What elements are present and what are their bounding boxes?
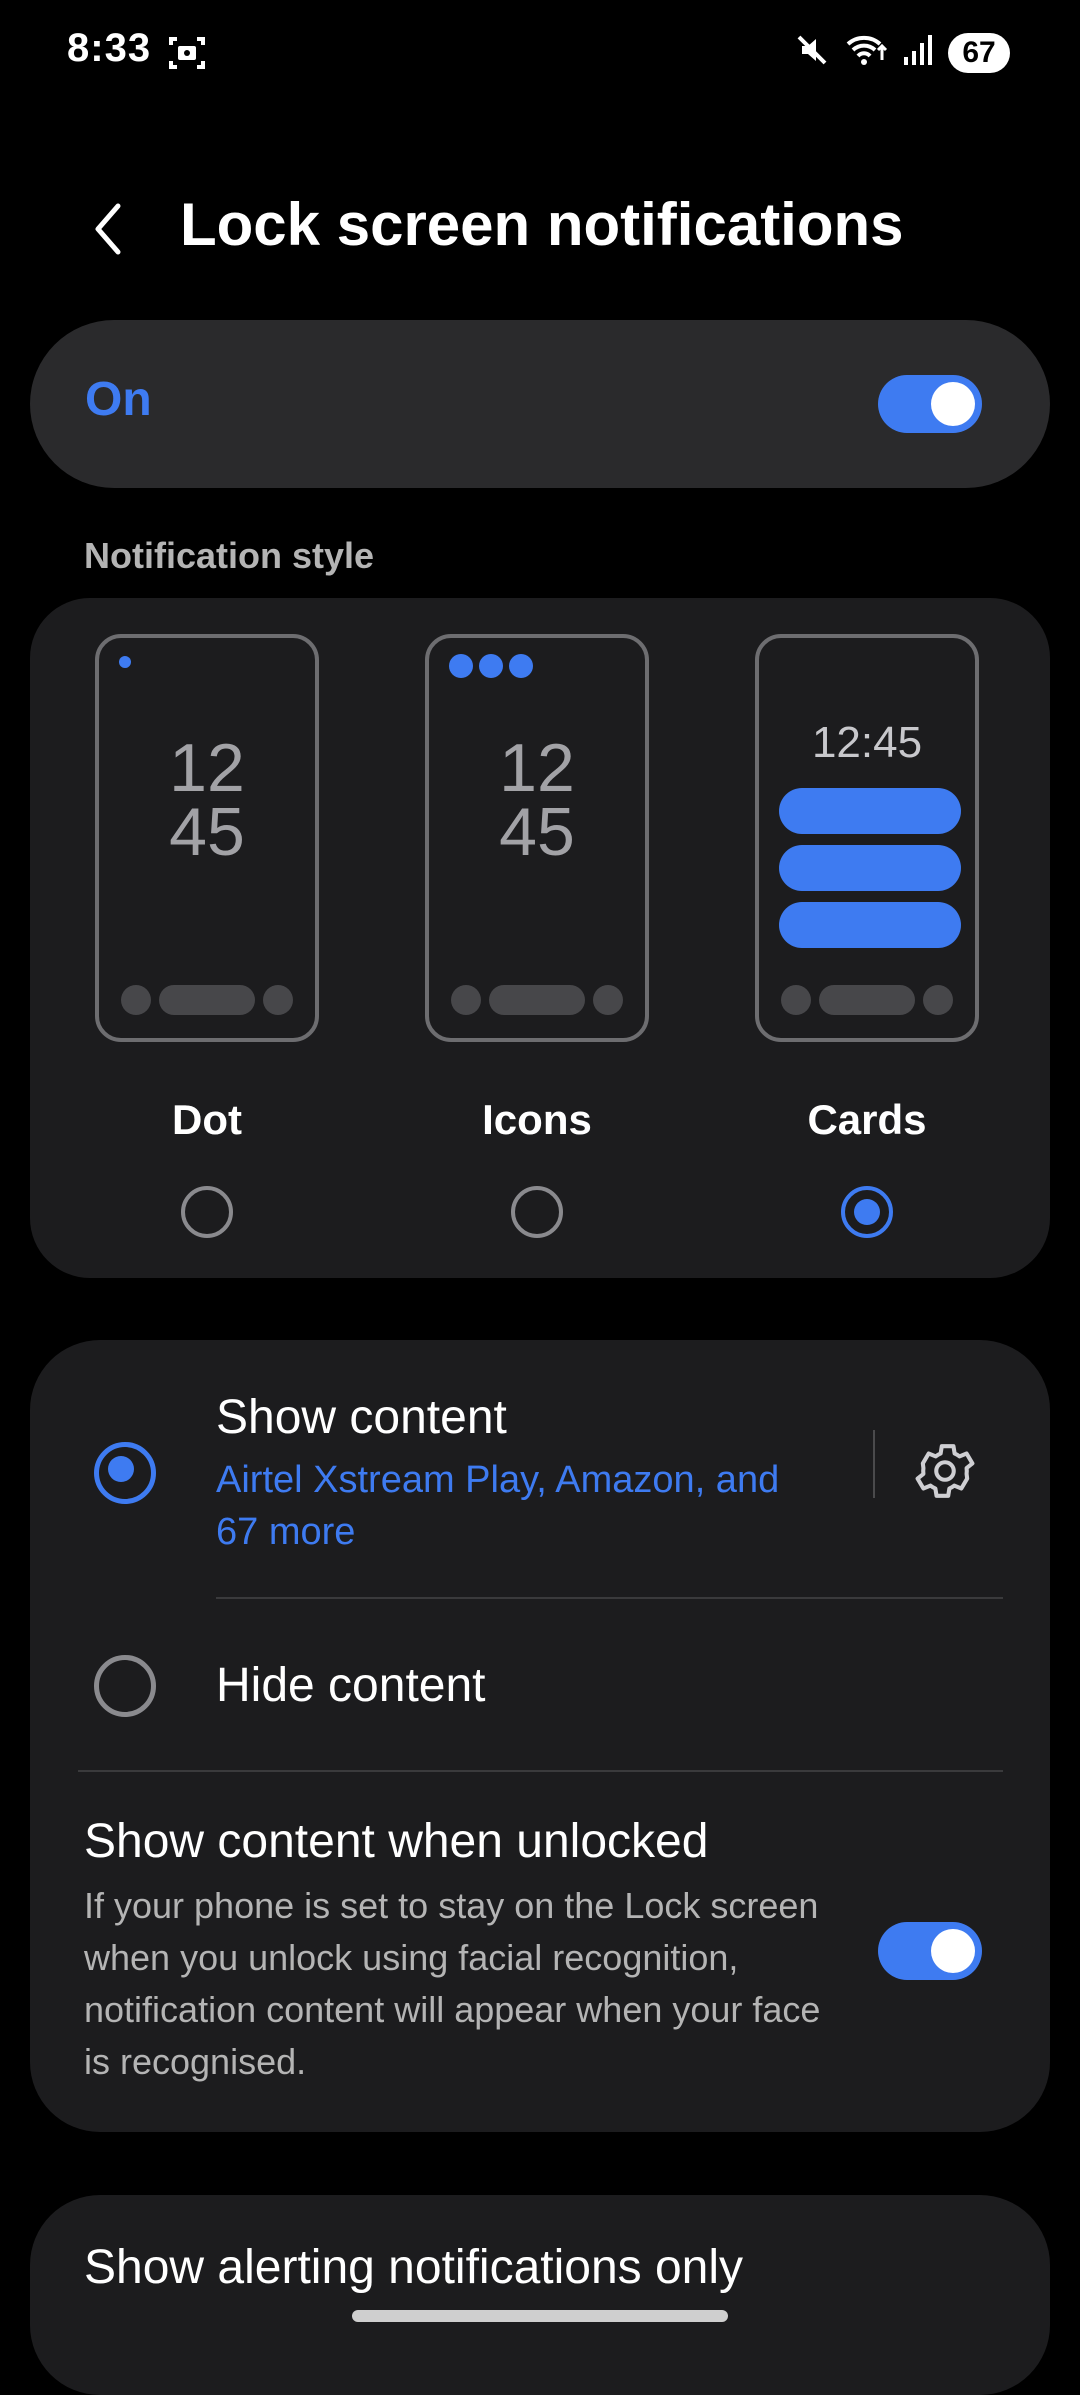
master-toggle-label: On	[85, 373, 152, 426]
notification-icon-dot	[449, 654, 473, 678]
style-label-dot: Dot	[172, 1096, 242, 1143]
icons-preview: 12 45	[425, 634, 649, 1042]
notification-dot	[119, 656, 131, 668]
back-button[interactable]	[80, 194, 140, 264]
hide-content-row[interactable]: Hide content	[30, 1600, 1050, 1770]
radio-dot[interactable]	[181, 1186, 233, 1238]
style-option-dot[interactable]: 12 45 Dot	[95, 598, 325, 1278]
screenshot-icon	[167, 33, 207, 73]
divider	[216, 1597, 1003, 1599]
master-toggle-switch[interactable]	[878, 375, 982, 433]
vertical-divider	[873, 1430, 875, 1498]
chevron-left-icon	[95, 203, 121, 255]
preview-clock: 12:45	[811, 718, 923, 767]
show-content-subtitle: Airtel Xstream Play, Amazon, and 67 more	[216, 1459, 780, 1553]
cards-preview: 12:45	[755, 634, 979, 1042]
radio-hide-content[interactable]	[94, 1655, 156, 1717]
show-when-unlocked-row[interactable]: Show content when unlocked If your phone…	[30, 1772, 1050, 2132]
style-option-cards[interactable]: 12:45 Cards	[755, 598, 985, 1278]
notification-icon-dot	[479, 654, 503, 678]
navigation-handle[interactable]	[352, 2310, 728, 2322]
page-title: Lock screen notifications	[180, 191, 904, 258]
style-option-icons[interactable]: 12 45 Icons	[425, 598, 655, 1278]
show-content-row[interactable]: Show content Airtel Xstream Play, Amazon…	[30, 1340, 870, 1580]
preview-clock: 12 45	[499, 730, 575, 870]
show-when-unlocked-toggle[interactable]	[878, 1922, 982, 1980]
style-label-icons: Icons	[482, 1096, 592, 1143]
mute-icon	[794, 32, 830, 73]
content-visibility-card: Show content Airtel Xstream Play, Amazon…	[30, 1340, 1050, 2132]
wifi-icon	[844, 32, 888, 73]
battery-icon: 67	[948, 32, 1010, 73]
radio-show-content[interactable]	[94, 1442, 156, 1504]
notification-icon-dot	[509, 654, 533, 678]
section-label-notification-style: Notification style	[84, 535, 375, 576]
header: Lock screen notifications	[0, 180, 1080, 270]
status-bar: 8:33 67	[0, 0, 1080, 105]
notification-style-card: 12 45 Dot 12 45 Icons 12:45 Cards	[30, 598, 1050, 1278]
notification-card	[779, 788, 961, 834]
show-content-title: Show content	[216, 1391, 507, 1444]
status-time: 8:33	[67, 26, 152, 70]
status-icons: 67	[794, 30, 1010, 75]
style-label-cards: Cards	[807, 1096, 927, 1143]
preview-clock: 12 45	[169, 730, 245, 870]
hide-content-title: Hide content	[216, 1659, 486, 1712]
gear-icon[interactable]	[910, 1436, 980, 1506]
toggle-knob	[931, 382, 975, 426]
radio-cards[interactable]	[841, 1186, 893, 1238]
dot-preview: 12 45	[95, 634, 319, 1042]
master-toggle-row[interactable]: On	[30, 320, 1050, 488]
alerting-only-title: Show alerting notifications only	[84, 2241, 744, 2294]
show-when-unlocked-title: Show content when unlocked	[84, 1815, 709, 1868]
toggle-knob	[931, 1929, 975, 1973]
notification-card	[779, 902, 961, 948]
radio-icons[interactable]	[511, 1186, 563, 1238]
notification-card	[779, 845, 961, 891]
show-when-unlocked-description: If your phone is set to stay on the Lock…	[84, 1885, 821, 2082]
alerting-only-row[interactable]: Show alerting notifications only	[30, 2195, 1050, 2395]
signal-icon	[902, 33, 934, 72]
